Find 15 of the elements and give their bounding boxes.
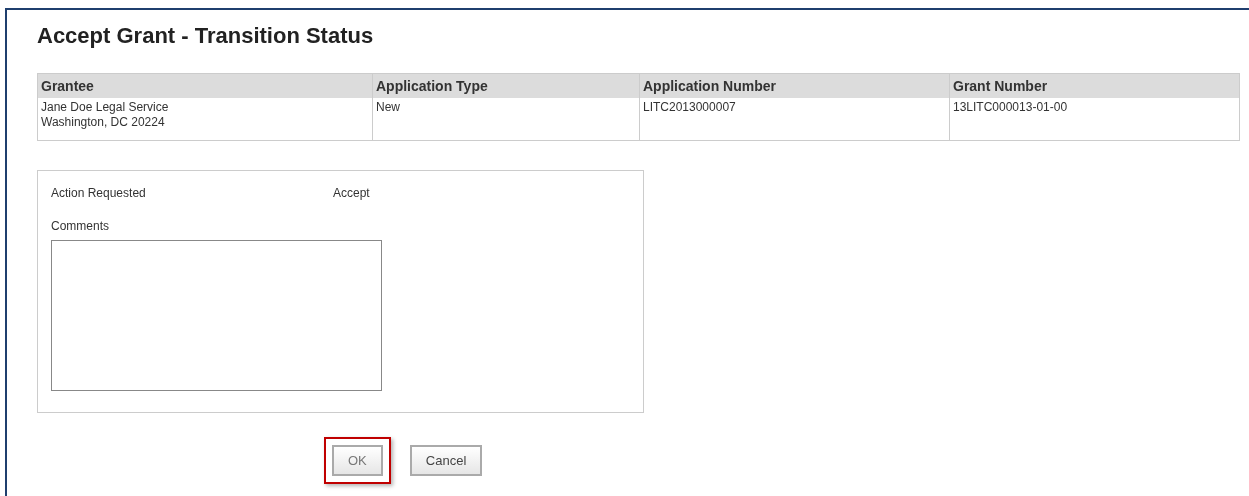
column-header: Grantee xyxy=(40,77,95,96)
action-label: Action Requested xyxy=(51,185,147,202)
column-header: Grant Number xyxy=(949,74,1239,98)
table-cell-text: Jane Doe Legal Service Washington, DC 20224 xyxy=(40,99,170,131)
action-value: Accept xyxy=(333,185,370,202)
table-cell: LITC2013000007 xyxy=(639,98,949,140)
table-cell: 13LITC000013-01-00 xyxy=(949,98,1239,140)
page-title: Accept Grant - Transition Status xyxy=(37,22,375,50)
comments-field[interactable] xyxy=(51,240,382,391)
ok-button[interactable]: OK xyxy=(332,445,383,476)
column-header: Application Type xyxy=(372,74,639,98)
column-header: Application Number xyxy=(639,74,949,98)
table-cell: New xyxy=(372,98,639,140)
comments-label: Comments xyxy=(51,218,110,235)
cancel-button[interactable]: Cancel xyxy=(409,445,483,476)
